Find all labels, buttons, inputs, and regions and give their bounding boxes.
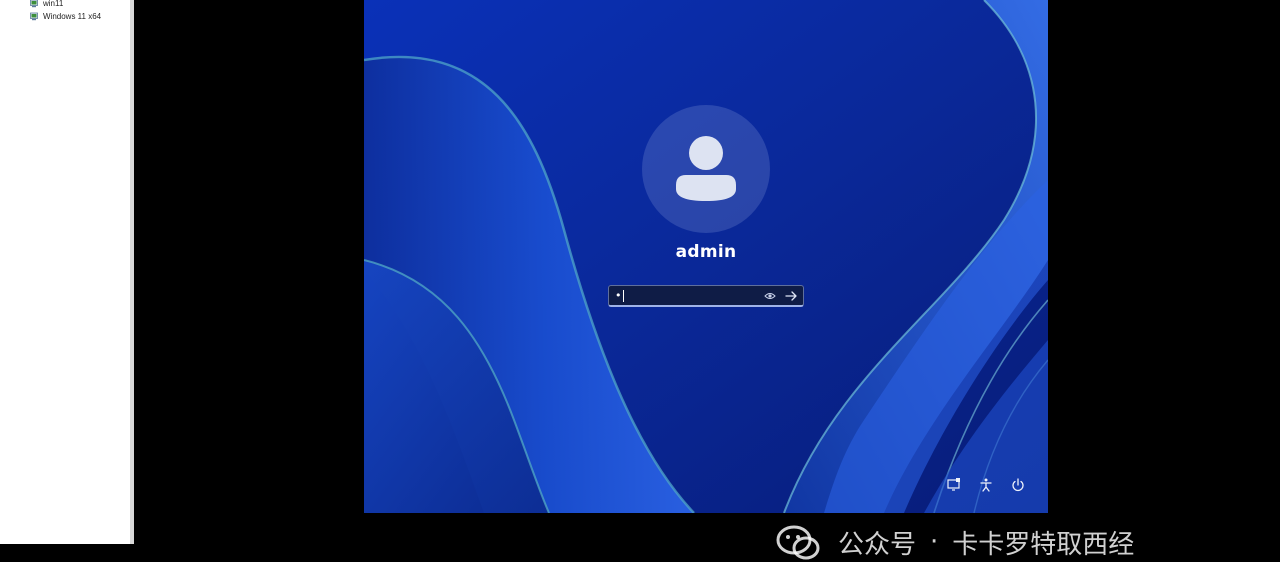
vm-tree-item-windows-11-x64[interactable]: Windows 11 x64 (30, 10, 101, 22)
sidebar-splitter[interactable] (130, 0, 134, 544)
network-icon[interactable] (945, 476, 963, 494)
user-avatar-icon (676, 136, 736, 201)
wechat-icon (776, 525, 820, 560)
accessibility-icon[interactable] (977, 476, 995, 494)
vm-display[interactable]: admin • (364, 0, 1048, 513)
user-avatar (642, 105, 770, 233)
wechat-watermark: 公众号 · 卡卡罗特取西经 (776, 522, 1134, 562)
arrow-right-icon[interactable] (783, 289, 799, 303)
vm-icon (30, 0, 39, 8)
text-caret (623, 290, 624, 302)
account-username: admin (675, 242, 737, 262)
vm-tree-item-label: Windows 11 x64 (43, 11, 102, 21)
password-masked-value: • (615, 289, 622, 302)
power-icon[interactable] (1009, 476, 1027, 494)
watermark-prefix: 公众号 (838, 529, 917, 560)
eye-icon[interactable] (762, 289, 778, 303)
vm-library-sidebar: win11 Windows 11 x64 (0, 0, 131, 544)
watermark-separator: · (930, 527, 939, 557)
vm-tree-item-label: win11 (43, 0, 64, 8)
watermark-name: 卡卡罗特取西经 (952, 529, 1135, 560)
vm-icon (30, 12, 39, 21)
vm-tree-item-win11[interactable]: win11 (30, 0, 63, 9)
password-field[interactable]: • (608, 285, 804, 307)
